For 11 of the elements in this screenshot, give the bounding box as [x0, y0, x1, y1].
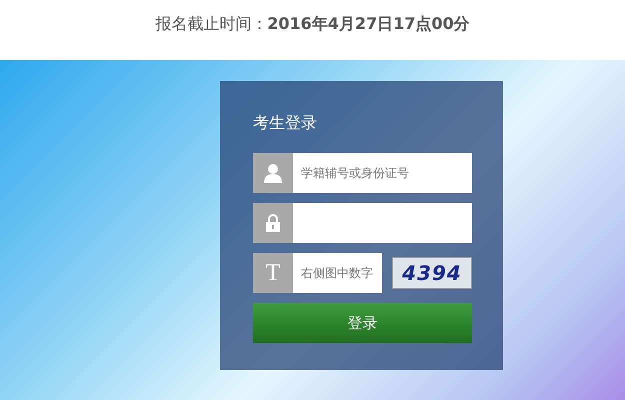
login-button[interactable]: 登录: [253, 303, 472, 343]
id-field[interactable]: 学籍辅号或身份证号: [293, 153, 472, 193]
deadline-label: 报名截止时间：: [155, 13, 268, 35]
login-title: 考生登录: [253, 112, 318, 134]
captcha-field[interactable]: 右侧图中数字: [293, 253, 382, 293]
text-icon: T: [266, 257, 280, 289]
captcha-image: 4394: [392, 257, 472, 289]
deadline-value: 2016年4月27日17点00分: [267, 13, 470, 35]
password-field[interactable]: [293, 203, 472, 243]
user-icon: [263, 163, 283, 183]
lock-icon: [266, 214, 280, 232]
